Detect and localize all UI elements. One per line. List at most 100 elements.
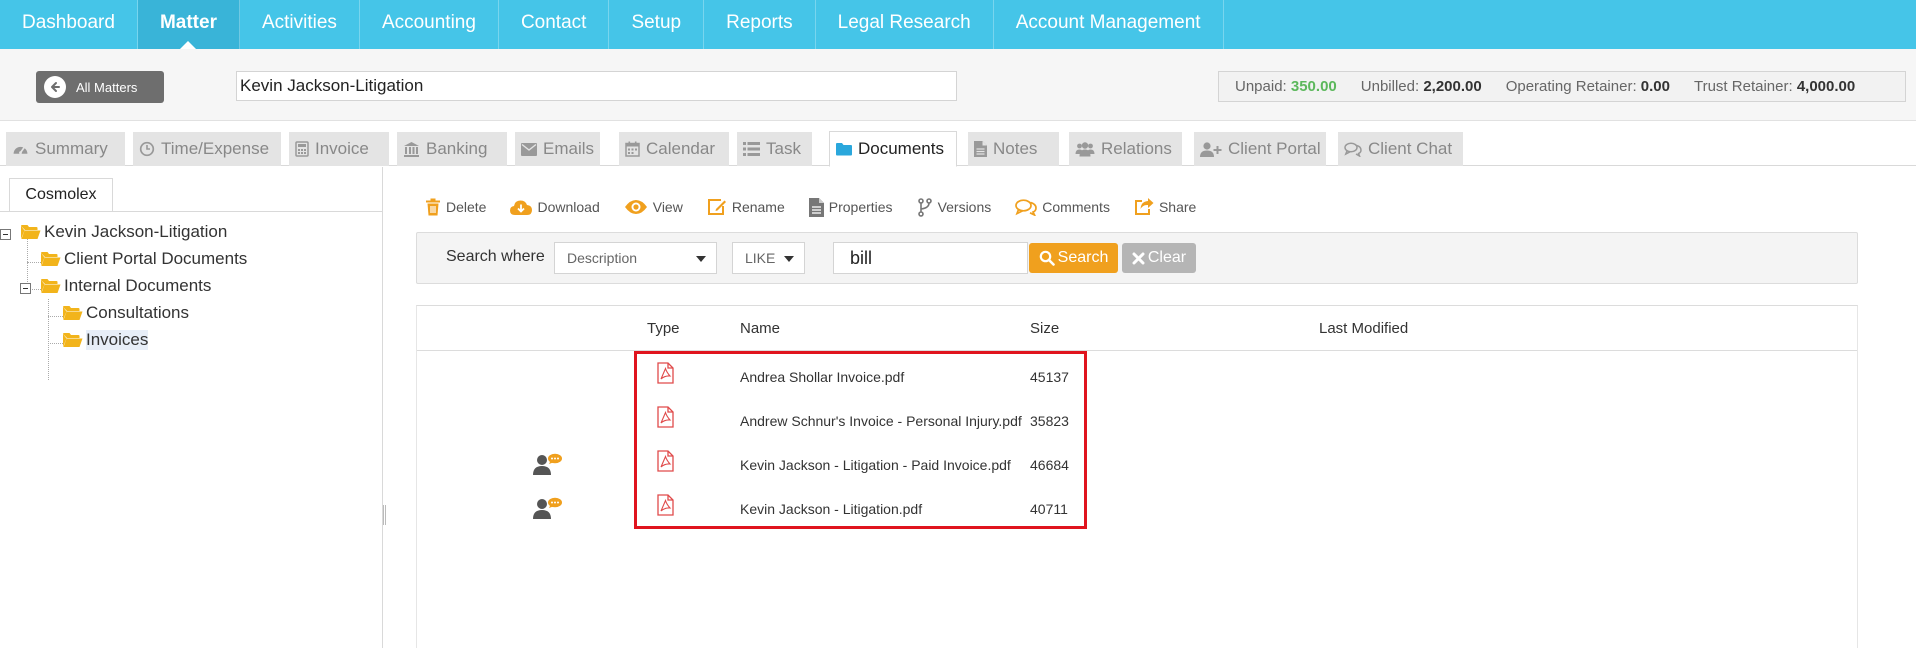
nav-matter[interactable]: Matter xyxy=(137,0,240,49)
documents-grid: Type Name Size Last Modified Andrea Shol… xyxy=(416,305,1858,648)
eye-icon xyxy=(624,200,647,214)
open-folder-icon xyxy=(41,279,61,293)
tab-relations[interactable]: Relations xyxy=(1069,132,1182,166)
caret-down-icon xyxy=(784,256,794,262)
tree-node-invoices[interactable]: Invoices xyxy=(63,330,149,350)
tree-node-consultations[interactable]: Consultations xyxy=(63,303,189,323)
tree-connector xyxy=(48,343,63,344)
download-button[interactable]: Download xyxy=(510,199,600,216)
nav-reports[interactable]: Reports xyxy=(704,0,816,49)
top-navigation: Dashboard Matter Activities Accounting C… xyxy=(0,0,1916,49)
column-header-size[interactable]: Size xyxy=(1030,320,1059,337)
tree-node-label: Invoices xyxy=(86,330,149,350)
rename-button[interactable]: Rename xyxy=(707,198,785,216)
trust-retainer-total: Trust Retainer: 4,000.00 xyxy=(1693,78,1856,95)
search-button[interactable]: Search xyxy=(1029,243,1118,273)
tab-client-portal[interactable]: Client Portal xyxy=(1194,132,1326,166)
grid-header: Type Name Size Last Modified xyxy=(417,306,1857,351)
search-input[interactable] xyxy=(833,242,1028,274)
column-header-type[interactable]: Type xyxy=(647,320,680,337)
tree-node-internal-documents[interactable]: Internal Documents xyxy=(41,276,211,296)
comments-icon xyxy=(1015,198,1038,216)
tab-notes[interactable]: Notes xyxy=(968,132,1059,166)
matter-totals: Unpaid: 350.00 Unbilled: 2,200.00 Operat… xyxy=(1218,71,1906,102)
tab-task[interactable]: Task xyxy=(737,132,812,166)
document-search-box: Search where Description LIKE Search Cle… xyxy=(416,232,1858,284)
results-highlight-box xyxy=(634,351,1087,529)
panel-resize-handle[interactable] xyxy=(383,505,386,525)
shared-user-comment-icon[interactable] xyxy=(533,497,563,521)
tab-documents[interactable]: Documents xyxy=(829,131,957,167)
shared-user-comment-icon[interactable] xyxy=(533,453,563,477)
nav-setup[interactable]: Setup xyxy=(609,0,705,49)
calendar-icon xyxy=(625,141,640,157)
column-header-last-modified[interactable]: Last Modified xyxy=(1319,320,1408,337)
search-operator-select[interactable]: LIKE xyxy=(732,242,805,274)
search-icon xyxy=(1039,250,1055,266)
dashboard-icon xyxy=(13,146,28,154)
tab-client-chat[interactable]: Client Chat xyxy=(1338,132,1463,166)
nav-dashboard[interactable]: Dashboard xyxy=(0,0,138,49)
operating-retainer-total: Operating Retainer: 0.00 xyxy=(1505,78,1670,95)
file-text-icon xyxy=(974,141,987,157)
nav-activities[interactable]: Activities xyxy=(240,0,360,49)
tree-connector xyxy=(27,262,41,263)
matter-tabs: Summary Time/Expense Invoice Banking Ema… xyxy=(0,130,1916,167)
tree-node-root[interactable]: Kevin Jackson-Litigation xyxy=(21,222,227,242)
nav-contact[interactable]: Contact xyxy=(499,0,610,49)
table-row[interactable]: Kevin Jackson - Litigation - Paid Invoic… xyxy=(417,444,1857,488)
trash-icon xyxy=(426,198,440,216)
nav-legal-research[interactable]: Legal Research xyxy=(816,0,994,49)
delete-button[interactable]: Delete xyxy=(425,198,486,216)
tab-emails[interactable]: Emails xyxy=(515,132,600,166)
users-icon xyxy=(1075,141,1095,156)
matter-name-input[interactable] xyxy=(236,71,957,101)
tab-banking[interactable]: Banking xyxy=(397,132,507,166)
tab-time-expense[interactable]: Time/Expense xyxy=(133,132,281,166)
share-icon xyxy=(1134,198,1154,215)
tree-tab-cosmolex[interactable]: Cosmolex xyxy=(9,178,113,212)
bank-icon xyxy=(404,142,419,157)
unbilled-total: Unbilled: 2,200.00 xyxy=(1360,78,1482,95)
search-field-select[interactable]: Description xyxy=(554,242,717,274)
open-folder-icon xyxy=(21,225,41,239)
tree-node-label: Consultations xyxy=(86,303,190,322)
nav-account-management[interactable]: Account Management xyxy=(994,0,1224,49)
table-row[interactable]: Andrew Schnur's Invoice - Personal Injur… xyxy=(417,400,1857,444)
tree-node-client-portal-documents[interactable]: Client Portal Documents xyxy=(41,249,247,269)
code-fork-icon xyxy=(917,197,932,217)
tab-calendar[interactable]: Calendar xyxy=(619,132,729,166)
envelope-icon xyxy=(521,142,537,156)
table-row[interactable]: Andrea Shollar Invoice.pdf 45137 xyxy=(417,356,1857,400)
tab-invoice[interactable]: Invoice xyxy=(289,132,389,166)
all-matters-label: All Matters xyxy=(76,79,138,95)
tree-node-label: Kevin Jackson-Litigation xyxy=(44,222,228,241)
comments-button[interactable]: Comments xyxy=(1015,198,1110,216)
tree-tab-divider xyxy=(0,211,383,212)
tree-node-label: Internal Documents xyxy=(64,276,212,295)
share-button[interactable]: Share xyxy=(1134,198,1196,216)
tree-connector xyxy=(48,316,63,317)
open-folder-icon xyxy=(63,306,83,320)
arrow-left-icon xyxy=(44,76,66,98)
properties-button[interactable]: Properties xyxy=(808,197,893,217)
nav-accounting[interactable]: Accounting xyxy=(360,0,499,49)
open-folder-icon xyxy=(41,252,61,266)
tree-node-label: Client Portal Documents xyxy=(64,249,248,268)
folder-icon xyxy=(836,143,852,156)
close-icon xyxy=(1132,252,1145,264)
caret-down-icon xyxy=(696,256,706,262)
comments-icon xyxy=(1344,141,1362,157)
versions-button[interactable]: Versions xyxy=(917,197,991,217)
tree-collapse-internal-toggle[interactable] xyxy=(20,283,31,294)
all-matters-button[interactable]: All Matters xyxy=(36,71,164,103)
clear-button[interactable]: Clear xyxy=(1122,243,1196,273)
table-row[interactable]: Kevin Jackson - Litigation.pdf 40711 xyxy=(417,488,1857,532)
tree-collapse-root-toggle[interactable] xyxy=(0,229,11,240)
tab-summary[interactable]: Summary xyxy=(6,132,125,166)
view-button[interactable]: View xyxy=(624,199,683,215)
column-header-name[interactable]: Name xyxy=(740,320,780,337)
edit-icon xyxy=(707,199,726,215)
open-folder-icon xyxy=(63,333,83,347)
folder-tree-panel: Cosmolex Kevin Jackson-Litigation Client… xyxy=(0,167,383,648)
